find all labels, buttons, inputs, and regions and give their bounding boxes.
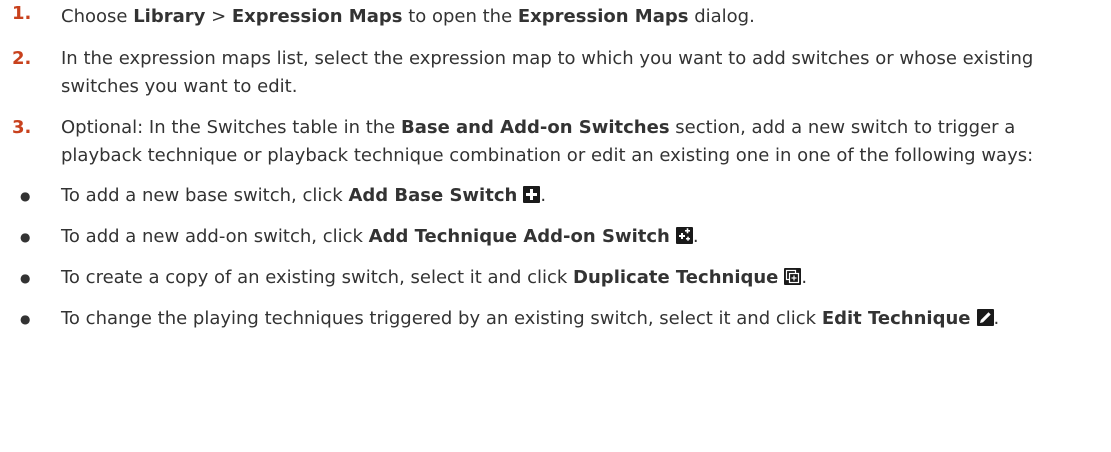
item-end: .: [801, 267, 808, 288]
procedure-steps: 1. Choose Library > Expression Maps to o…: [0, 0, 1111, 333]
step-number: 2.: [12, 48, 32, 69]
item-end: .: [692, 226, 699, 247]
bullet-dot: ●: [20, 312, 31, 326]
menu-library: Library: [133, 6, 206, 27]
item-text: To change the playing techniques trigger…: [61, 308, 822, 329]
list-item: ● To add a new base switch, click Add Ba…: [0, 182, 1091, 210]
button-name: Edit Technique: [821, 308, 971, 329]
button-name: Add Base Switch: [348, 185, 518, 206]
step-text: Choose: [61, 6, 134, 27]
bullet-dot: ●: [20, 271, 31, 285]
step-3: 3. Optional: In the Switches table in th…: [0, 114, 1111, 333]
bullet-dot: ●: [20, 189, 31, 203]
step-number: 3.: [12, 117, 32, 138]
list-item: ● To add a new add-on switch, click Add …: [0, 223, 1091, 251]
step-text: to open the: [402, 6, 518, 27]
step-1: 1. Choose Library > Expression Maps to o…: [0, 0, 1111, 31]
step-text: dialog.: [688, 6, 755, 27]
list-item: ● To change the playing techniques trigg…: [0, 305, 1091, 333]
step-number: 1.: [12, 3, 32, 24]
step-2: 2. In the expression maps list, select t…: [0, 45, 1111, 101]
list-item: ● To create a copy of an existing switch…: [0, 264, 1091, 292]
option-list: ● To add a new base switch, click Add Ba…: [0, 182, 1091, 333]
add-on-switch-icon: [675, 227, 693, 244]
menu-expression-maps: Expression Maps: [231, 6, 403, 27]
button-name: Duplicate Technique: [573, 267, 779, 288]
button-name: Add Technique Add-on Switch: [368, 226, 670, 247]
dialog-name: Expression Maps: [517, 6, 689, 27]
section-name: Base and Add-on Switches: [400, 117, 670, 138]
bullet-dot: ●: [20, 230, 31, 244]
item-text: To add a new add-on switch, click: [61, 226, 369, 247]
item-end: .: [540, 185, 547, 206]
step-text: In the expression maps list, select the …: [61, 48, 1034, 97]
step-text: >: [205, 6, 232, 27]
duplicate-icon: [784, 268, 802, 285]
item-text: To create a copy of an existing switch, …: [61, 267, 574, 288]
step-text: Optional: In the Switches table in the: [61, 117, 401, 138]
pencil-icon: [976, 309, 994, 326]
item-text: To add a new base switch, click: [61, 185, 349, 206]
item-end: .: [993, 308, 1000, 329]
plus-icon: [523, 186, 541, 203]
